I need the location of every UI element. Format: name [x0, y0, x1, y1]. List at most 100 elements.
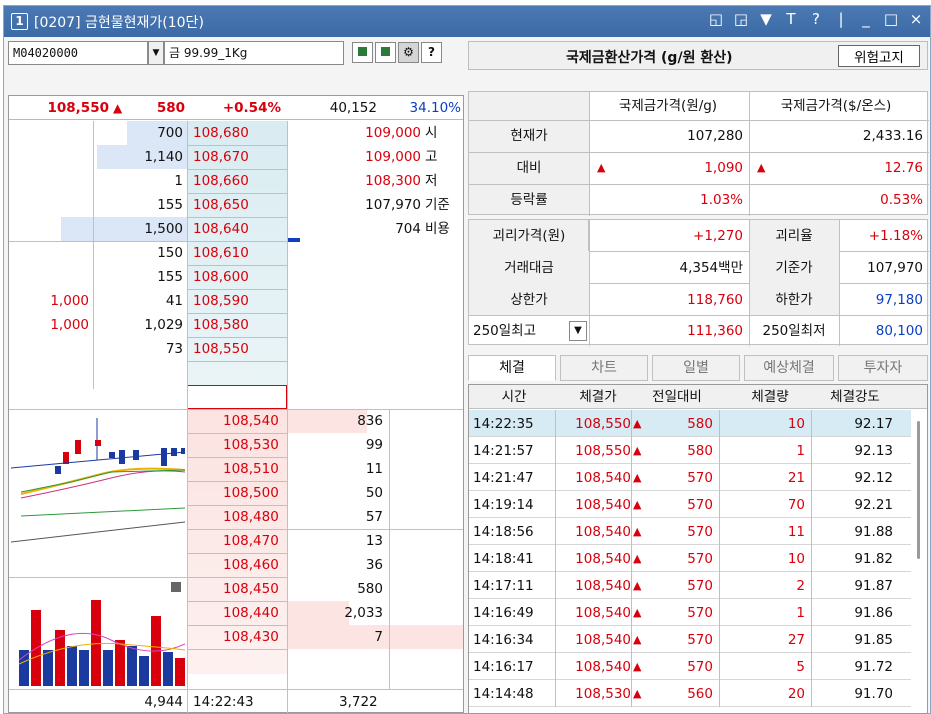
- trade-diff: 570: [687, 524, 713, 540]
- item-name-field[interactable]: 금 99.99_1Kg: [164, 41, 344, 65]
- trade-row[interactable]: 14:16:49 108,540 ▲ 570 1 91.86: [469, 599, 914, 626]
- trade-row[interactable]: 14:21:57 108,550 ▲ 580 1 92.13: [469, 437, 914, 464]
- ask-price[interactable]: 108,650: [193, 193, 283, 217]
- bid-total: 3,722: [339, 694, 378, 710]
- trade-price: 108,540: [575, 497, 631, 513]
- trade-row[interactable]: 14:16:34 108,540 ▲ 570 27 91.85: [469, 626, 914, 653]
- trade-diff: 570: [687, 470, 713, 486]
- bid-price[interactable]: 108,470: [223, 529, 287, 553]
- bid-price[interactable]: 108,450: [223, 577, 287, 601]
- trade-qty: 70: [787, 497, 805, 513]
- ask-price[interactable]: 108,680: [193, 121, 283, 145]
- bid-price[interactable]: 108,440: [223, 601, 287, 625]
- gap-price-label: 괴리가격(원): [492, 228, 566, 244]
- col-line: [719, 410, 720, 437]
- bid-price[interactable]: 108,480: [223, 505, 287, 529]
- pin-icon[interactable]: ▼: [758, 10, 774, 28]
- chart-small-icon[interactable]: [352, 42, 373, 63]
- bid-price[interactable]: 108,430: [223, 625, 287, 649]
- ask-qty: 1,500: [144, 221, 183, 237]
- ask-qty: 155: [157, 197, 183, 213]
- risk-notice-button[interactable]: 위험고지: [838, 45, 920, 67]
- col-usd: 국제금가격($/온스): [780, 98, 892, 114]
- tab-daily[interactable]: 일별: [652, 355, 740, 381]
- ask-price[interactable]: 108,640: [193, 217, 283, 241]
- new-window-icon[interactable]: ◲: [733, 10, 749, 28]
- minimize-icon[interactable]: _: [858, 10, 874, 28]
- col-line: [631, 599, 632, 626]
- trade-strength: 91.88: [854, 524, 893, 540]
- bid-price[interactable]: 108,460: [223, 553, 287, 577]
- chevron-down-icon[interactable]: ▼: [148, 41, 164, 65]
- gap-rate: +1.18%: [868, 228, 923, 244]
- trade-strength: 91.72: [854, 659, 893, 675]
- trade-qty: 20: [787, 686, 805, 702]
- bid-price[interactable]: 108,510: [223, 457, 287, 481]
- trade-row[interactable]: 14:16:17 108,540 ▲ 570 5 91.72: [469, 653, 914, 680]
- chart-small-icon-2[interactable]: [375, 42, 396, 63]
- trade-price: 108,550: [575, 443, 631, 459]
- trade-row[interactable]: 14:18:56 108,540 ▲ 570 11 91.88: [469, 518, 914, 545]
- title-bar[interactable]: 1 [0207] 금현물현재가(10단) ◱ ◲ ▼ T ? | _ □ ×: [4, 6, 930, 37]
- mini-candle-chart: [11, 418, 185, 543]
- trade-strength: 92.13: [854, 443, 893, 459]
- ask-price[interactable]: 108,590: [193, 289, 283, 313]
- tab-trades[interactable]: 체결: [468, 355, 556, 381]
- gear-icon[interactable]: ⚙: [398, 42, 419, 63]
- col-line: [631, 491, 632, 518]
- trade-row[interactable]: 14:22:35 108,550 ▲ 580 10 92.17: [469, 410, 914, 437]
- tab-expected[interactable]: 예상체결: [744, 355, 834, 381]
- ask-price[interactable]: 108,610: [193, 241, 283, 265]
- intl-title: 국제금환산가격 (g/원 환산): [566, 50, 733, 66]
- chevron-down-icon[interactable]: ▼: [569, 321, 587, 341]
- ask-price[interactable]: 108,550: [193, 337, 283, 361]
- col-line: [555, 653, 556, 680]
- krw-current: 107,280: [687, 128, 743, 144]
- scrollbar[interactable]: [911, 409, 927, 713]
- col-line: [811, 518, 812, 545]
- text-icon[interactable]: T: [783, 10, 799, 28]
- gold-spot-window: 1 [0207] 금현물현재가(10단) ◱ ◲ ▼ T ? | _ □ × M…: [3, 5, 931, 714]
- trade-price: 108,540: [575, 470, 631, 486]
- close-icon[interactable]: ×: [908, 10, 924, 28]
- label-rate: 등락률: [510, 192, 548, 208]
- trade-price: 108,540: [575, 659, 631, 675]
- bid-price[interactable]: 108,500: [223, 481, 287, 505]
- amount: 4,354백만: [679, 260, 744, 276]
- separator: |: [838, 10, 844, 28]
- bid-qty: 99: [365, 437, 383, 453]
- col-line: [719, 545, 720, 572]
- ask-price[interactable]: 108,580: [193, 313, 283, 337]
- ask-price[interactable]: 108,670: [193, 145, 283, 169]
- trade-row[interactable]: 14:17:11 108,540 ▲ 570 2 91.87: [469, 572, 914, 599]
- header-qty: 체결량: [751, 389, 789, 405]
- ask-price[interactable]: 108,600: [193, 265, 283, 289]
- help-icon[interactable]: ?: [421, 42, 442, 63]
- trade-row[interactable]: 14:18:41 108,540 ▲ 570 10 91.82: [469, 545, 914, 572]
- trade-diff: 570: [687, 659, 713, 675]
- tab-chart[interactable]: 차트: [560, 355, 648, 381]
- col-line: [719, 653, 720, 680]
- code-input[interactable]: M04020000: [8, 41, 148, 65]
- header-strength: 체결강도: [830, 389, 880, 405]
- up-arrow-icon: ▲: [633, 444, 642, 457]
- trade-row[interactable]: 14:14:48 108,530 ▲ 560 20 91.70: [469, 680, 914, 707]
- trade-row[interactable]: 14:19:14 108,540 ▲ 570 70 92.21: [469, 491, 914, 518]
- restore-icon[interactable]: ◱: [708, 10, 724, 28]
- help-icon[interactable]: ?: [808, 10, 824, 28]
- col-line: [811, 653, 812, 680]
- tab-investor[interactable]: 투자자: [838, 355, 928, 381]
- up-arrow-icon: ▲: [633, 687, 642, 700]
- base: 107,970: [867, 260, 923, 276]
- bid-price[interactable]: 108,540: [223, 409, 287, 433]
- bid-qty: 7: [374, 629, 383, 645]
- ask-price[interactable]: 108,660: [193, 169, 283, 193]
- trade-row[interactable]: 14:21:47 108,540 ▲ 570 21 92.12: [469, 464, 914, 491]
- bid-price[interactable]: 108,530: [223, 433, 287, 457]
- mini-volume-chart: [18, 582, 185, 686]
- scrollbar-thumb[interactable]: [917, 421, 920, 559]
- col-line: [555, 410, 556, 437]
- high250-label: 250일최고: [473, 323, 537, 339]
- maximize-icon[interactable]: □: [883, 10, 899, 28]
- col-line: [811, 437, 812, 464]
